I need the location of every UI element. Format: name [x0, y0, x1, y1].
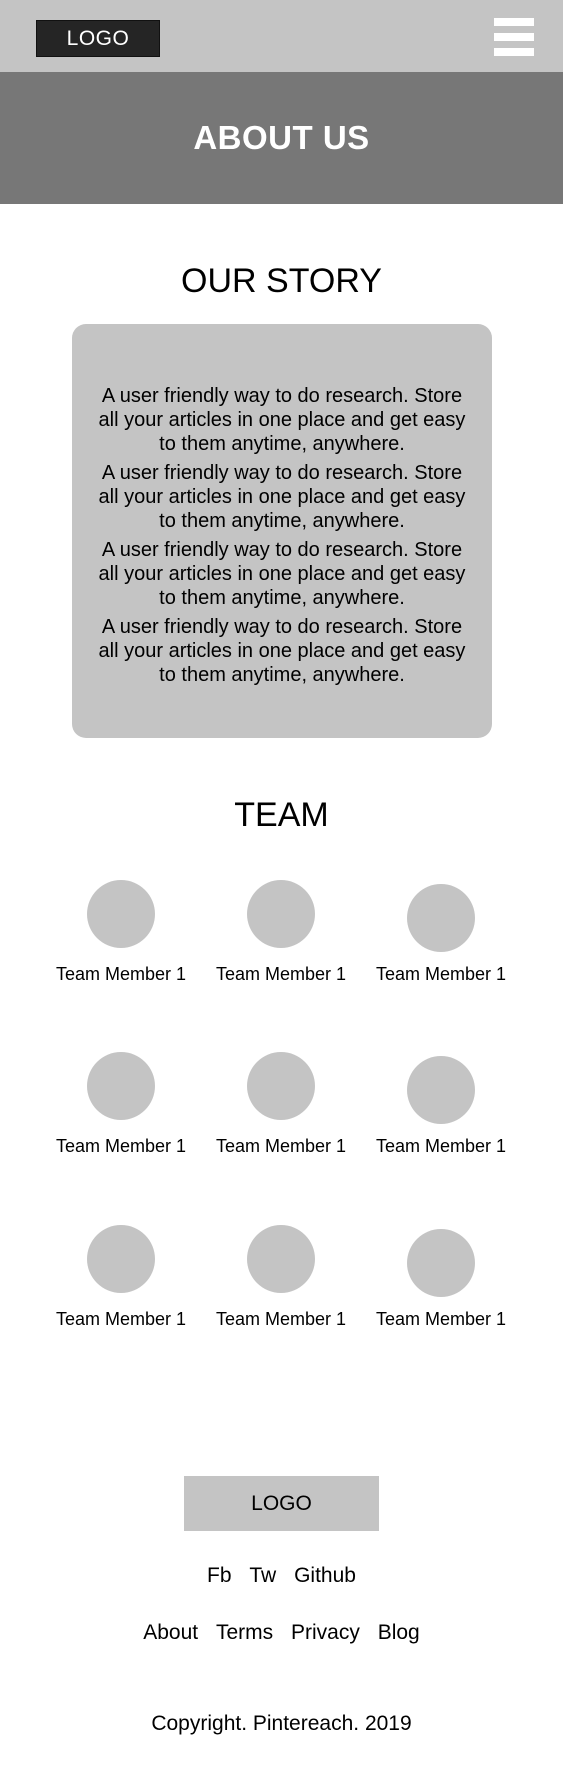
- team-member-name: Team Member 1: [375, 964, 507, 984]
- twitter-link[interactable]: Tw: [249, 1564, 276, 1587]
- story-paragraph: A user friendly way to do research. Stor…: [98, 462, 466, 532]
- avatar: [407, 1056, 475, 1124]
- copyright-text: Copyright. Pintereach. 2019: [151, 1712, 412, 1735]
- menu-line: [494, 48, 534, 56]
- footer-link-privacy[interactable]: Privacy: [291, 1621, 360, 1644]
- team-member-card[interactable]: Team Member 1: [361, 884, 521, 985]
- team-member-card[interactable]: Team Member 1: [361, 1056, 521, 1157]
- team-member-card[interactable]: Team Member 1: [41, 1052, 201, 1157]
- top-bar: LOGO: [0, 0, 563, 72]
- avatar: [247, 1225, 315, 1293]
- team-member-name: Team Member 1: [55, 1309, 187, 1329]
- avatar: [407, 1229, 475, 1297]
- github-link[interactable]: Github: [294, 1564, 356, 1587]
- hero-banner: ABOUT US: [0, 72, 563, 204]
- social-links: Fb Tw Github: [0, 1564, 563, 1588]
- footer-link-terms[interactable]: Terms: [216, 1621, 273, 1644]
- avatar: [87, 1052, 155, 1120]
- team-member-card[interactable]: Team Member 1: [41, 1225, 201, 1330]
- team-member-name: Team Member 1: [215, 964, 347, 984]
- footer-link-blog[interactable]: Blog: [378, 1621, 420, 1644]
- header-logo[interactable]: LOGO: [36, 20, 160, 57]
- team-member-card[interactable]: Team Member 1: [201, 1052, 361, 1157]
- avatar: [407, 884, 475, 952]
- hamburger-icon[interactable]: [494, 18, 534, 56]
- team-member-name: Team Member 1: [55, 964, 187, 984]
- story-card: A user friendly way to do research. Stor…: [72, 324, 492, 738]
- story-paragraph: A user friendly way to do research. Stor…: [98, 539, 466, 609]
- story-paragraph: A user friendly way to do research. Stor…: [98, 385, 466, 455]
- team-member-card[interactable]: Team Member 1: [201, 880, 361, 985]
- team-member-name: Team Member 1: [215, 1136, 347, 1156]
- footer-link-about[interactable]: About: [143, 1621, 198, 1644]
- avatar: [247, 880, 315, 948]
- team-member-name: Team Member 1: [375, 1309, 507, 1329]
- team-member-card[interactable]: Team Member 1: [361, 1229, 521, 1330]
- menu-line: [494, 18, 534, 26]
- team-member-card[interactable]: Team Member 1: [41, 880, 201, 985]
- team-member-name: Team Member 1: [55, 1136, 187, 1156]
- page-title: ABOUT US: [193, 119, 370, 156]
- footer-nav: About Terms Privacy Blog: [0, 1621, 563, 1645]
- story-paragraph: A user friendly way to do research. Stor…: [98, 616, 466, 686]
- avatar: [87, 880, 155, 948]
- menu-line: [494, 33, 534, 41]
- story-heading: OUR STORY: [181, 262, 382, 300]
- team-member-card[interactable]: Team Member 1: [201, 1225, 361, 1330]
- avatar: [247, 1052, 315, 1120]
- team-heading: TEAM: [234, 796, 329, 834]
- team-member-name: Team Member 1: [215, 1309, 347, 1329]
- avatar: [87, 1225, 155, 1293]
- facebook-link[interactable]: Fb: [207, 1564, 232, 1587]
- about-page: LOGO ABOUT US OUR STORY A user friendly …: [0, 0, 563, 1779]
- footer-logo[interactable]: LOGO: [184, 1476, 379, 1531]
- team-member-name: Team Member 1: [375, 1136, 507, 1156]
